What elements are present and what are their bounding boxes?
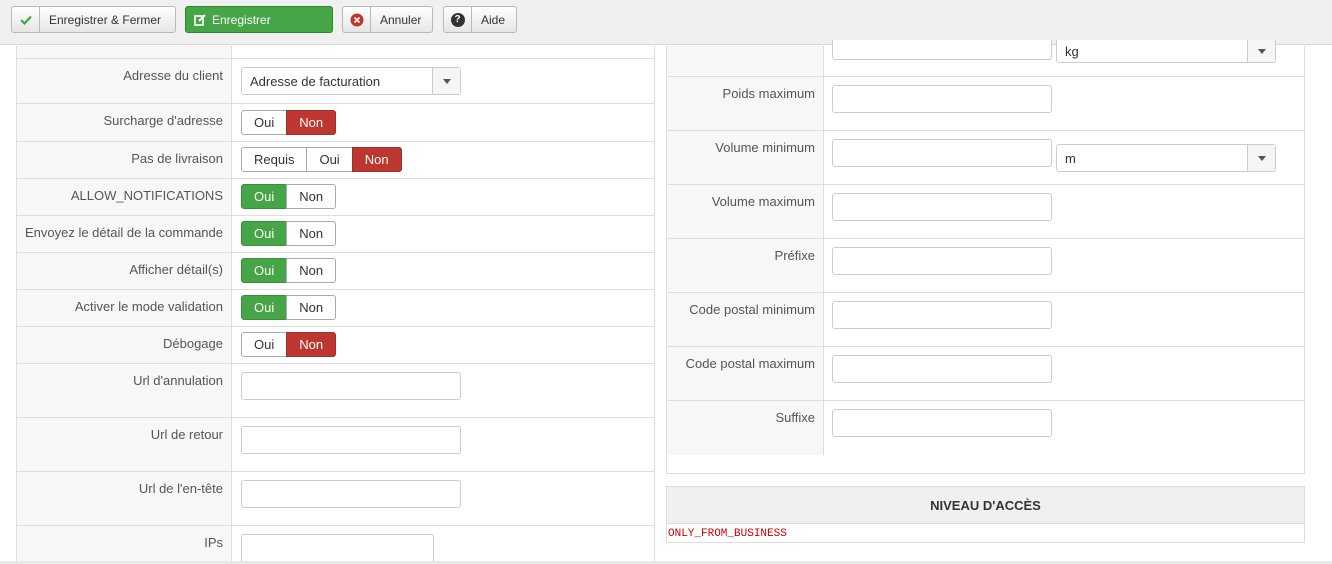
- row-min-volume: Volume minimum m: [667, 131, 1304, 185]
- suffix-input[interactable]: [832, 409, 1052, 437]
- weight-unit-value: kg: [1065, 43, 1079, 59]
- no-shipping-no[interactable]: Non: [351, 147, 402, 172]
- allow-notifications-label: ALLOW_NOTIFICATIONS: [17, 179, 232, 215]
- address-override-no[interactable]: Non: [286, 110, 337, 135]
- customer-address-value: Adresse de facturation: [250, 73, 381, 89]
- show-details-yes[interactable]: Oui: [241, 258, 288, 283]
- volume-unit-select[interactable]: m: [1056, 144, 1276, 172]
- access-level-title: NIVEAU D'ACCÈS: [667, 487, 1304, 524]
- row-max-zip: Code postal maximum: [667, 347, 1304, 401]
- help-glyph: ?: [450, 12, 465, 27]
- max-volume-input[interactable]: [832, 193, 1052, 221]
- row-address-override: Surcharge d'adresse Oui Non: [17, 104, 654, 142]
- return-url-label: Url de retour: [17, 418, 232, 471]
- help-button[interactable]: ? Aide: [443, 6, 517, 33]
- weight-unit-select[interactable]: kg: [1056, 40, 1276, 63]
- row-validation-mode: Activer le mode validation Oui Non: [17, 290, 654, 327]
- save-and-close-button[interactable]: Enregistrer & Fermer: [11, 6, 176, 33]
- suffix-label: Suffixe: [667, 401, 824, 455]
- debug-label: Débogage: [17, 327, 232, 363]
- header-url-label: Url de l'en-tête: [17, 472, 232, 525]
- max-volume-label: Volume maximum: [667, 185, 824, 238]
- validation-mode-no[interactable]: Non: [286, 295, 337, 320]
- chevron-down-icon: [1247, 145, 1275, 171]
- row-return-url: Url de retour: [17, 418, 654, 472]
- row-header-url: Url de l'en-tête: [17, 472, 654, 526]
- row-cancel-url: Url d'annulation: [17, 364, 654, 418]
- row-label-cut: [667, 46, 824, 76]
- row-customer-address: Adresse du client Adresse de facturation: [17, 59, 654, 104]
- min-volume-input[interactable]: [832, 139, 1052, 167]
- chevron-down-icon: [432, 68, 460, 94]
- save-label: Enregistrer: [212, 12, 271, 27]
- help-icon: ?: [444, 7, 472, 32]
- address-override-label: Surcharge d'adresse: [17, 104, 232, 141]
- row-debug: Débogage Oui Non: [17, 327, 654, 364]
- row-prefix: Préfixe: [667, 239, 1304, 293]
- save-button[interactable]: Enregistrer: [185, 6, 333, 33]
- send-order-detail-no[interactable]: Non: [286, 221, 337, 246]
- show-details-label: Afficher détail(s): [17, 253, 232, 289]
- no-shipping-required[interactable]: Requis: [241, 147, 308, 172]
- validation-mode-label: Activer le mode validation: [17, 290, 232, 326]
- cancel-url-input[interactable]: [241, 372, 461, 400]
- row-suffix: Suffixe: [667, 401, 1304, 455]
- row-max-weight: Poids maximum: [667, 77, 1304, 131]
- row-show-details: Afficher détail(s) Oui Non: [17, 253, 654, 290]
- debug-no[interactable]: Non: [286, 332, 337, 357]
- address-override-yes[interactable]: Oui: [241, 110, 288, 135]
- max-weight-label: Poids maximum: [667, 77, 824, 130]
- debug-yes[interactable]: Oui: [241, 332, 288, 357]
- return-url-input[interactable]: [241, 426, 461, 454]
- row-min-weight-cut: kg: [667, 40, 1304, 77]
- no-shipping-label: Pas de livraison: [17, 142, 232, 178]
- max-zip-input[interactable]: [832, 355, 1052, 383]
- cancel-button[interactable]: Annuler: [342, 6, 433, 33]
- header-url-input[interactable]: [241, 480, 461, 508]
- send-order-detail-label: Envoyez le détail de la commande: [17, 216, 232, 252]
- row-allow-notifications: ALLOW_NOTIFICATIONS Oui Non: [17, 179, 654, 216]
- send-order-detail-yes[interactable]: Oui: [241, 221, 288, 246]
- row-label-cut: [17, 46, 232, 58]
- allow-notifications-yes[interactable]: Oui: [241, 184, 288, 209]
- cancel-icon: [343, 7, 371, 32]
- min-weight-input[interactable]: [832, 40, 1052, 60]
- customer-address-select[interactable]: Adresse de facturation: [241, 67, 461, 95]
- no-shipping-yes[interactable]: Oui: [306, 147, 353, 172]
- access-level-panel: NIVEAU D'ACCÈS ONLY_FROM_BUSINESS: [666, 486, 1305, 543]
- max-weight-input[interactable]: [832, 85, 1052, 113]
- prefix-input[interactable]: [832, 247, 1052, 275]
- max-zip-label: Code postal maximum: [667, 347, 824, 400]
- chevron-down-icon: [1247, 40, 1275, 62]
- volume-unit-value: m: [1065, 150, 1076, 166]
- form-row-top-cut: [17, 46, 654, 59]
- left-form-panel: Adresse du client Adresse de facturation…: [16, 46, 655, 564]
- save-and-close-label: Enregistrer & Fermer: [49, 12, 162, 27]
- validation-mode-yes[interactable]: Oui: [241, 295, 288, 320]
- cancel-label: Annuler: [380, 12, 422, 27]
- min-zip-input[interactable]: [832, 301, 1052, 329]
- row-ips: IPs: [17, 526, 654, 564]
- allow-notifications-no[interactable]: Non: [286, 184, 337, 209]
- show-details-no[interactable]: Non: [286, 258, 337, 283]
- ips-textarea[interactable]: [241, 534, 434, 564]
- prefix-label: Préfixe: [667, 239, 824, 292]
- help-label: Aide: [481, 12, 506, 27]
- row-send-order-detail: Envoyez le détail de la commande Oui Non: [17, 216, 654, 253]
- check-icon: [12, 7, 40, 32]
- toolbar: Enregistrer & Fermer Enregistrer Annuler…: [0, 0, 1332, 45]
- ips-label: IPs: [17, 526, 232, 564]
- edit-icon: [186, 7, 208, 32]
- cancel-url-label: Url d'annulation: [17, 364, 232, 417]
- min-zip-label: Code postal minimum: [667, 293, 824, 346]
- customer-address-label: Adresse du client: [17, 59, 232, 103]
- row-no-shipping: Pas de livraison Requis Oui Non: [17, 142, 654, 179]
- min-volume-label: Volume minimum: [667, 131, 824, 184]
- row-min-zip: Code postal minimum: [667, 293, 1304, 347]
- right-form-panel: kg Poids maximum Volume minimum m Volume: [666, 40, 1305, 474]
- access-level-note: ONLY_FROM_BUSINESS: [668, 528, 787, 540]
- row-max-volume: Volume maximum: [667, 185, 1304, 239]
